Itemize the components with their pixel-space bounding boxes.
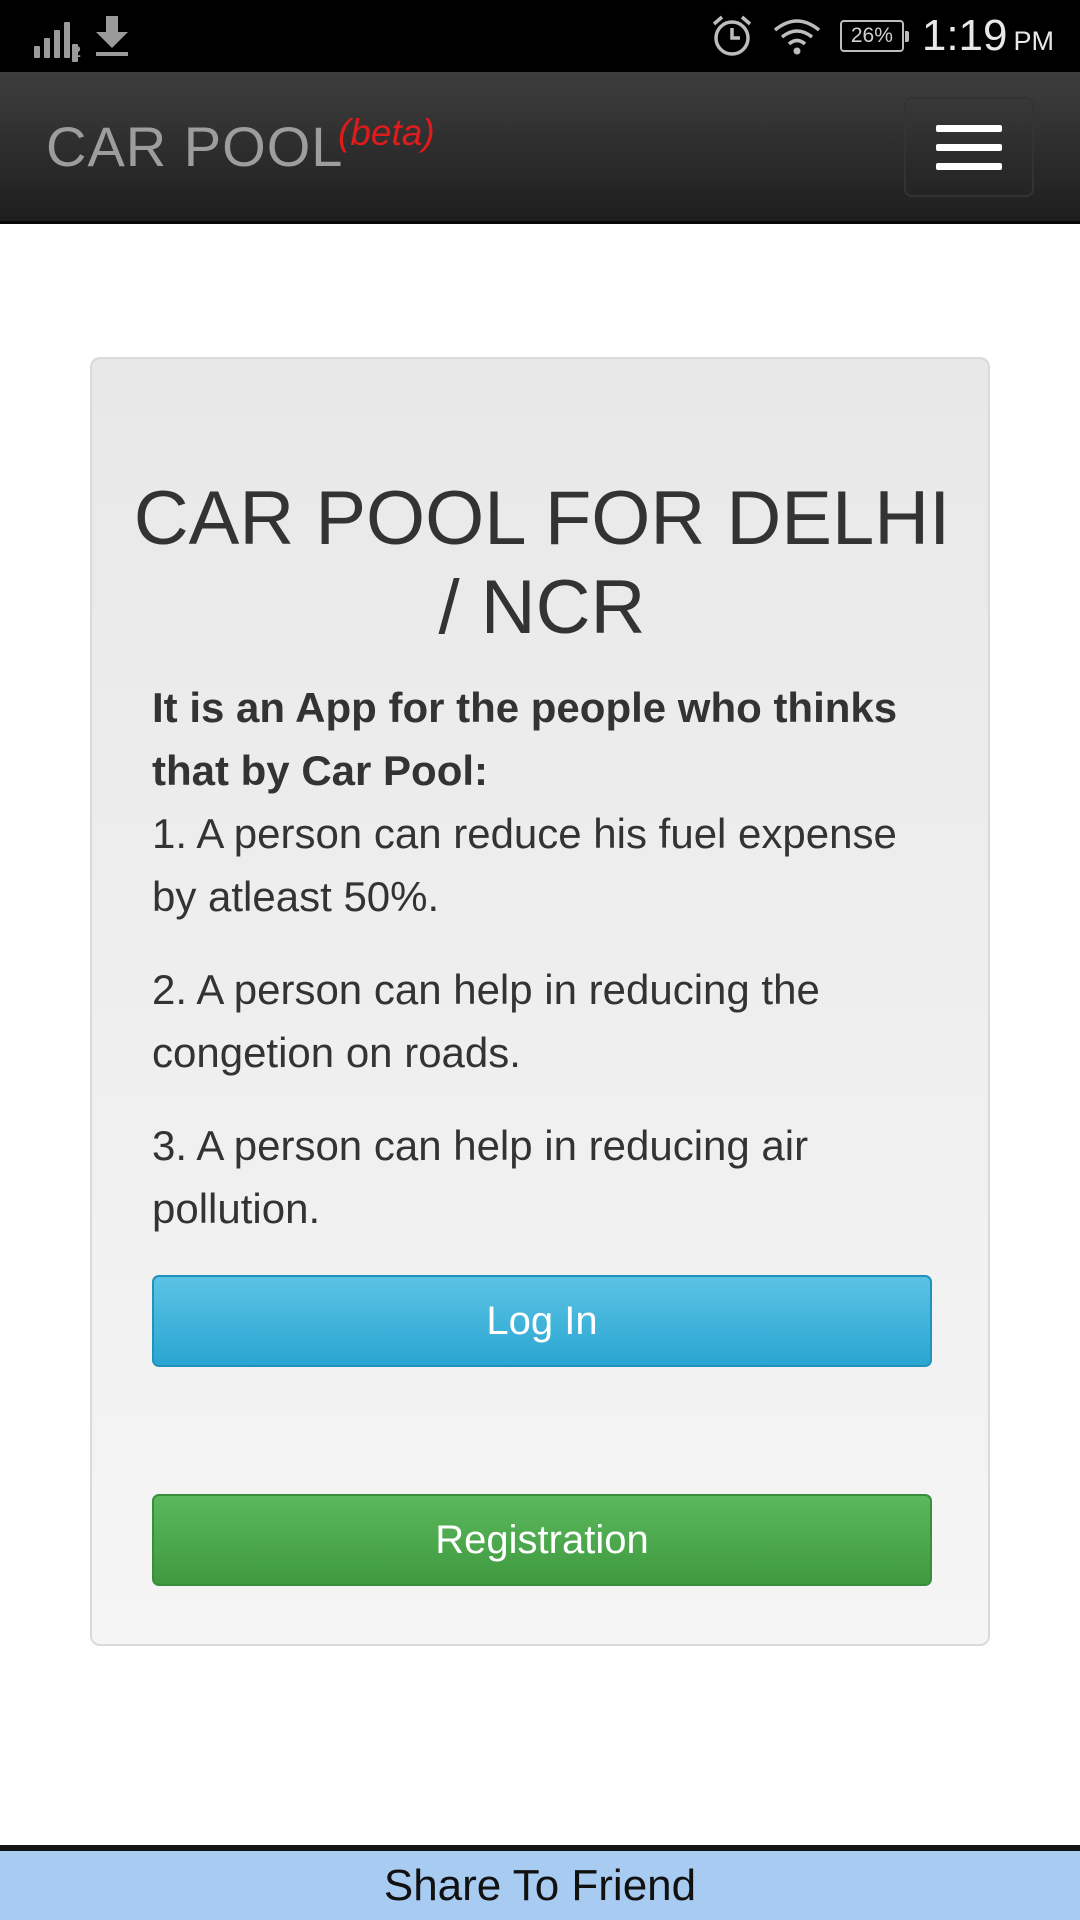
- benefit-item: 3. A person can help in reducing air pol…: [152, 1122, 809, 1232]
- sim-index: 2: [72, 44, 81, 62]
- brand-title[interactable]: CAR POOL: [46, 114, 343, 179]
- menu-button[interactable]: [904, 97, 1034, 197]
- login-button[interactable]: Log In: [152, 1275, 932, 1367]
- benefit-item: 2. A person can help in reducing the con…: [152, 966, 820, 1076]
- registration-button[interactable]: Registration: [152, 1494, 932, 1586]
- beta-badge: (beta): [338, 112, 435, 153]
- share-to-friend-bar[interactable]: Share To Friend: [0, 1845, 1080, 1920]
- battery-icon: 26%: [839, 20, 909, 52]
- benefit-item: 1. A person can reduce his fuel expense …: [152, 810, 897, 920]
- clock-time: 1:19: [921, 11, 1008, 60]
- intro-text: It is an App for the people who thinks t…: [152, 684, 898, 794]
- status-bar: 2 26% 1:19 PM: [0, 0, 1080, 72]
- navbar: CAR POOL (beta): [0, 72, 1080, 224]
- signal-icon: 2: [34, 18, 81, 62]
- battery-level: 26%: [850, 24, 893, 47]
- welcome-card: CAR POOL FOR DELHI / NCR It is an App fo…: [90, 357, 990, 1646]
- wifi-icon: [773, 19, 820, 55]
- app-screen: 2 26% 1:19 PM CAR POOL (beta) CAR POOL F…: [0, 0, 1080, 1920]
- card-title: CAR POOL FOR DELHI / NCR: [133, 476, 951, 650]
- clock: 1:19 PM: [922, 11, 1054, 61]
- status-left: 2: [34, 14, 132, 62]
- status-right: 26% 1:19 PM: [710, 0, 1054, 72]
- clock-ampm: PM: [1013, 26, 1055, 56]
- alarm-icon: [712, 15, 752, 56]
- hamburger-menu-icon: [936, 124, 1002, 132]
- download-icon: [96, 16, 128, 56]
